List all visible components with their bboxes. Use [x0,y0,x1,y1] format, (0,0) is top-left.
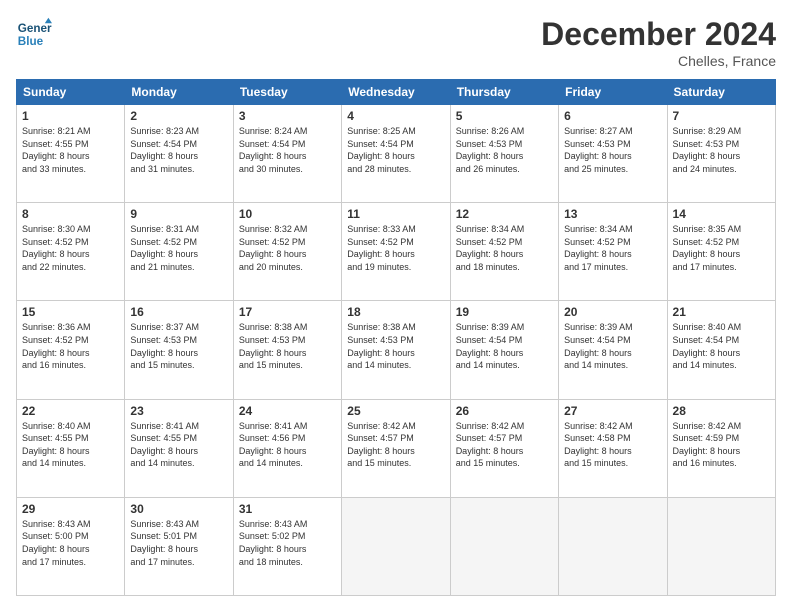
table-row: 1Sunrise: 8:21 AMSunset: 4:55 PMDaylight… [17,105,125,203]
table-row: 4Sunrise: 8:25 AMSunset: 4:54 PMDaylight… [342,105,450,203]
table-row: 23Sunrise: 8:41 AMSunset: 4:55 PMDayligh… [125,399,233,497]
calendar-table: Sunday Monday Tuesday Wednesday Thursday… [16,79,776,596]
table-row: 21Sunrise: 8:40 AMSunset: 4:54 PMDayligh… [667,301,775,399]
table-row: 30Sunrise: 8:43 AMSunset: 5:01 PMDayligh… [125,497,233,595]
table-row: 28Sunrise: 8:42 AMSunset: 4:59 PMDayligh… [667,399,775,497]
location: Chelles, France [541,53,776,69]
table-row: 6Sunrise: 8:27 AMSunset: 4:53 PMDaylight… [559,105,667,203]
table-row: 29Sunrise: 8:43 AMSunset: 5:00 PMDayligh… [17,497,125,595]
table-row [559,497,667,595]
table-row: 27Sunrise: 8:42 AMSunset: 4:58 PMDayligh… [559,399,667,497]
table-row: 2Sunrise: 8:23 AMSunset: 4:54 PMDaylight… [125,105,233,203]
header: General Blue December 2024 Chelles, Fran… [16,16,776,69]
table-row: 14Sunrise: 8:35 AMSunset: 4:52 PMDayligh… [667,203,775,301]
col-monday: Monday [125,80,233,105]
page: General Blue December 2024 Chelles, Fran… [0,0,792,612]
table-row: 8Sunrise: 8:30 AMSunset: 4:52 PMDaylight… [17,203,125,301]
logo: General Blue [16,16,52,52]
month-title: December 2024 [541,16,776,53]
table-row: 24Sunrise: 8:41 AMSunset: 4:56 PMDayligh… [233,399,341,497]
table-row: 5Sunrise: 8:26 AMSunset: 4:53 PMDaylight… [450,105,558,203]
svg-text:General: General [18,22,52,35]
table-row: 22Sunrise: 8:40 AMSunset: 4:55 PMDayligh… [17,399,125,497]
table-row: 15Sunrise: 8:36 AMSunset: 4:52 PMDayligh… [17,301,125,399]
col-sunday: Sunday [17,80,125,105]
table-row: 13Sunrise: 8:34 AMSunset: 4:52 PMDayligh… [559,203,667,301]
header-row: Sunday Monday Tuesday Wednesday Thursday… [17,80,776,105]
col-wednesday: Wednesday [342,80,450,105]
table-row: 11Sunrise: 8:33 AMSunset: 4:52 PMDayligh… [342,203,450,301]
table-row [667,497,775,595]
col-saturday: Saturday [667,80,775,105]
table-row: 20Sunrise: 8:39 AMSunset: 4:54 PMDayligh… [559,301,667,399]
table-row: 25Sunrise: 8:42 AMSunset: 4:57 PMDayligh… [342,399,450,497]
table-row: 7Sunrise: 8:29 AMSunset: 4:53 PMDaylight… [667,105,775,203]
table-row [342,497,450,595]
title-area: December 2024 Chelles, France [541,16,776,69]
table-row: 26Sunrise: 8:42 AMSunset: 4:57 PMDayligh… [450,399,558,497]
logo-icon: General Blue [16,16,52,52]
table-row: 10Sunrise: 8:32 AMSunset: 4:52 PMDayligh… [233,203,341,301]
table-row: 17Sunrise: 8:38 AMSunset: 4:53 PMDayligh… [233,301,341,399]
col-thursday: Thursday [450,80,558,105]
table-row: 19Sunrise: 8:39 AMSunset: 4:54 PMDayligh… [450,301,558,399]
col-tuesday: Tuesday [233,80,341,105]
svg-text:Blue: Blue [18,35,44,48]
table-row: 3Sunrise: 8:24 AMSunset: 4:54 PMDaylight… [233,105,341,203]
col-friday: Friday [559,80,667,105]
table-row: 12Sunrise: 8:34 AMSunset: 4:52 PMDayligh… [450,203,558,301]
table-row: 9Sunrise: 8:31 AMSunset: 4:52 PMDaylight… [125,203,233,301]
table-row: 16Sunrise: 8:37 AMSunset: 4:53 PMDayligh… [125,301,233,399]
table-row: 18Sunrise: 8:38 AMSunset: 4:53 PMDayligh… [342,301,450,399]
table-row [450,497,558,595]
table-row: 31Sunrise: 8:43 AMSunset: 5:02 PMDayligh… [233,497,341,595]
